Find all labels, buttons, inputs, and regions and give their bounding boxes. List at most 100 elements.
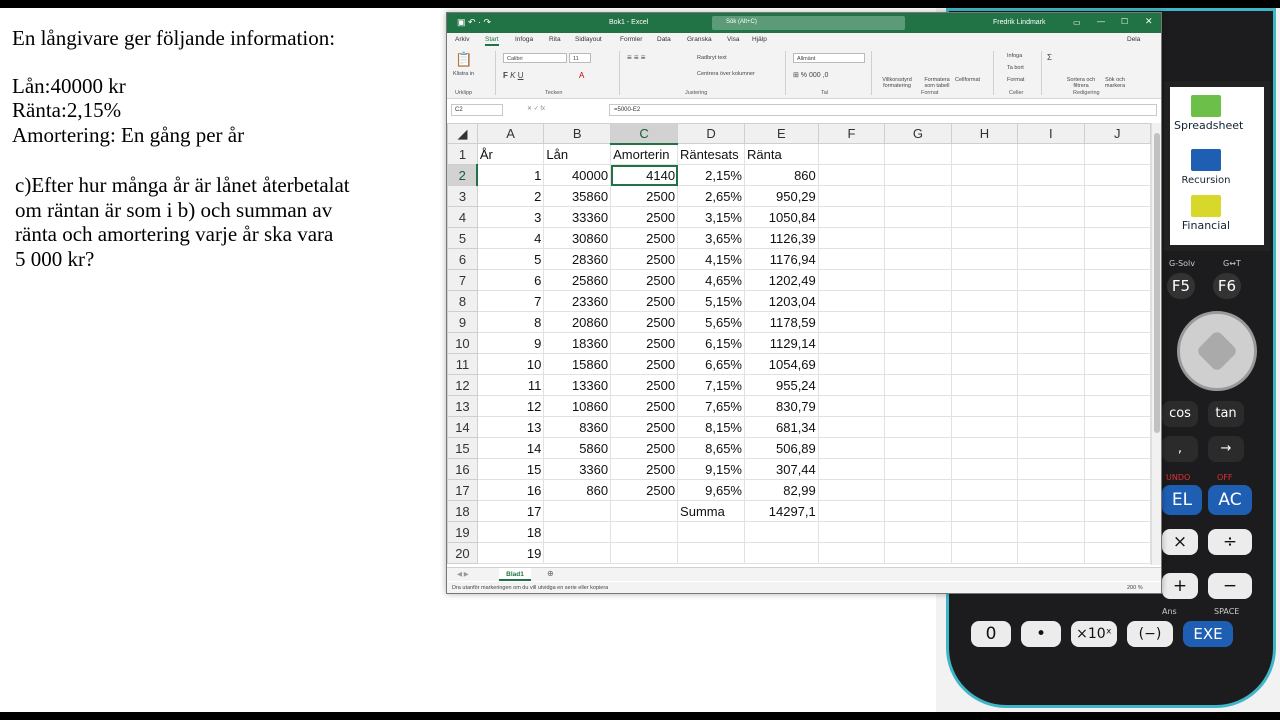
tab-granska[interactable]: Granska [687, 36, 712, 43]
cell[interactable] [817, 416, 886, 438]
row-header[interactable]: 12 [447, 374, 478, 396]
cell[interactable] [950, 479, 1019, 501]
row-header[interactable]: 3 [447, 185, 478, 207]
cell[interactable] [884, 416, 952, 438]
column-header-j[interactable]: J [1083, 123, 1151, 144]
cell[interactable]: 6,15% [677, 332, 745, 354]
paste-icon[interactable]: 📋 [455, 51, 472, 68]
autosum-icon[interactable]: Σ [1047, 53, 1052, 62]
cell[interactable] [950, 206, 1019, 228]
cell[interactable] [884, 374, 952, 396]
cell[interactable]: 9 [476, 332, 545, 354]
name-box[interactable]: C2 [451, 104, 503, 116]
cell[interactable] [950, 521, 1019, 543]
cell[interactable] [884, 311, 952, 333]
cell[interactable] [677, 542, 745, 564]
cell[interactable]: År [476, 143, 545, 165]
cell[interactable] [543, 521, 612, 543]
cell[interactable]: 3 [476, 206, 545, 228]
font-size-select[interactable]: 11 [569, 53, 591, 63]
cell[interactable]: 23360 [543, 290, 612, 312]
cell[interactable]: 16 [476, 479, 545, 501]
divide-key[interactable]: ÷ [1208, 529, 1252, 555]
cell[interactable]: 10 [476, 353, 545, 375]
cell[interactable]: 5 [476, 248, 545, 270]
cell[interactable] [1083, 143, 1151, 165]
cell[interactable] [817, 332, 886, 354]
cell[interactable]: Ränta [744, 143, 819, 165]
row-header[interactable]: 13 [447, 395, 478, 417]
cell[interactable]: Summa [677, 500, 745, 522]
column-header-c[interactable]: C [610, 123, 679, 145]
cell[interactable] [1083, 206, 1151, 228]
cell[interactable]: 82,99 [744, 479, 819, 501]
cell[interactable]: 2500 [610, 248, 679, 270]
cell[interactable] [610, 542, 679, 564]
autosave-icon[interactable]: ▣ ↶ · ↷ [457, 17, 491, 28]
cell[interactable] [1017, 164, 1085, 186]
cell[interactable]: 2 [476, 185, 545, 207]
number-buttons[interactable]: ⊞ % 000 ,0 [793, 71, 828, 79]
add-sheet-icon[interactable]: ⊕ [547, 569, 554, 578]
row-header[interactable]: 15 [447, 437, 478, 459]
cell[interactable]: 2500 [610, 206, 679, 228]
minimize-icon[interactable]: — [1097, 17, 1105, 26]
cell[interactable] [950, 395, 1019, 417]
sort-filter-button[interactable]: Sortera och filtrera [1065, 77, 1097, 89]
cell[interactable]: 13 [476, 416, 545, 438]
cell[interactable]: 506,89 [744, 437, 819, 459]
cell[interactable] [677, 521, 745, 543]
cell[interactable] [1083, 227, 1151, 249]
cell[interactable] [950, 437, 1019, 459]
cell[interactable]: 35860 [543, 185, 612, 207]
column-header-f[interactable]: F [817, 123, 886, 144]
menu-spreadsheet[interactable]: Spreadsheet [1174, 95, 1243, 137]
cell[interactable] [884, 332, 952, 354]
vertical-scrollbar[interactable] [1151, 123, 1161, 565]
close-icon[interactable]: ✕ [1145, 16, 1153, 27]
cell[interactable]: 2500 [610, 185, 679, 207]
cell[interactable] [817, 395, 886, 417]
cell[interactable]: 8360 [543, 416, 612, 438]
delete-cells-button[interactable]: Ta bort [1007, 65, 1024, 71]
cell[interactable] [1083, 269, 1151, 291]
times-key[interactable]: × [1162, 529, 1198, 555]
cell[interactable] [950, 227, 1019, 249]
cell[interactable]: 8,65% [677, 437, 745, 459]
cell[interactable]: 15 [476, 458, 545, 480]
row-header[interactable]: 17 [447, 479, 478, 501]
column-header-i[interactable]: I [1017, 123, 1085, 144]
cell[interactable]: 2500 [610, 437, 679, 459]
cos-key[interactable]: cos [1162, 401, 1198, 427]
cell[interactable]: 2500 [610, 395, 679, 417]
cell[interactable] [817, 437, 886, 459]
cell[interactable] [1083, 458, 1151, 480]
cell[interactable] [950, 374, 1019, 396]
cell[interactable] [884, 227, 952, 249]
cell[interactable]: 2500 [610, 374, 679, 396]
cell[interactable] [950, 164, 1019, 186]
cell[interactable] [1083, 353, 1151, 375]
cell[interactable] [1083, 521, 1151, 543]
cell[interactable] [884, 143, 952, 165]
cell[interactable]: 1202,49 [744, 269, 819, 291]
cell[interactable] [884, 164, 952, 186]
cell[interactable] [950, 185, 1019, 207]
cell[interactable] [610, 521, 679, 543]
cell[interactable]: 40000 [543, 164, 612, 186]
cell[interactable]: 2,65% [677, 185, 745, 207]
cell[interactable]: 14297,1 [744, 500, 819, 522]
tab-rita[interactable]: Rita [549, 36, 561, 43]
cell[interactable]: 830,79 [744, 395, 819, 417]
cell[interactable]: 12 [476, 395, 545, 417]
cell[interactable] [1017, 395, 1085, 417]
cell[interactable]: Lån [543, 143, 612, 165]
cell[interactable] [817, 206, 886, 228]
arrow-key[interactable]: → [1208, 436, 1244, 462]
cell[interactable] [884, 500, 952, 522]
cell[interactable] [744, 521, 819, 543]
row-header[interactable]: 6 [447, 248, 478, 270]
cell[interactable]: 3360 [543, 458, 612, 480]
cell[interactable]: 955,24 [744, 374, 819, 396]
cell[interactable]: 33360 [543, 206, 612, 228]
